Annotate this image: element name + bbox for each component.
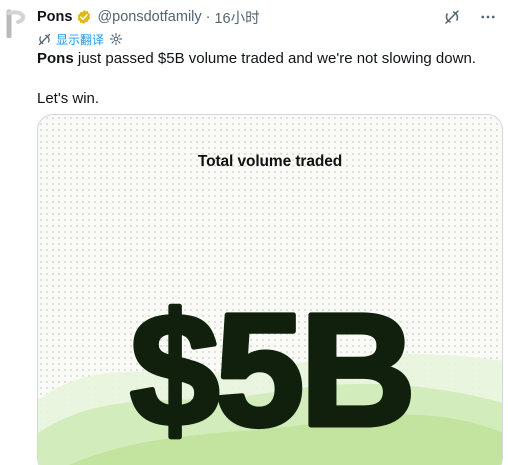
separator-dot: · [205, 9, 211, 25]
more-icon[interactable] [478, 7, 498, 27]
tweet-actions [442, 7, 498, 27]
translate-row: 显示翻译 [37, 31, 123, 47]
tweet-media-image[interactable]: Total volume traded $5B [37, 114, 503, 465]
tweet-text-rest: just passed $5B volume traded and we're … [73, 50, 476, 67]
grok-icon[interactable] [442, 7, 462, 27]
tweet-header: Pons @ponsdotfamily · 16小时 [37, 7, 260, 27]
gear-icon[interactable] [109, 32, 123, 46]
avatar[interactable] [6, 8, 28, 39]
headline-amount: $5B [128, 278, 419, 462]
headline-text: $5B [130, 280, 412, 459]
tweet-text-line2: Let's win. [37, 90, 100, 107]
tweet-text-line1: Pons just passed $5B volume traded and w… [37, 49, 497, 69]
translate-icon [37, 32, 52, 47]
mention-bold: Pons [37, 50, 74, 67]
author-handle[interactable]: @ponsdotfamily [97, 9, 201, 25]
tweet-text: Pons just passed $5B volume traded and w… [37, 49, 497, 109]
show-translation-link[interactable]: 显示翻译 [56, 31, 104, 48]
pons-logo-icon [6, 9, 26, 39]
timestamp[interactable]: 16小时 [214, 7, 259, 28]
verified-badge-icon [76, 9, 92, 25]
author-name[interactable]: Pons [37, 9, 72, 25]
media-caption: Total volume traded [197, 153, 343, 170]
tweet[interactable]: Pons @ponsdotfamily · 16小时 显示翻译 Pons jus… [0, 0, 508, 465]
